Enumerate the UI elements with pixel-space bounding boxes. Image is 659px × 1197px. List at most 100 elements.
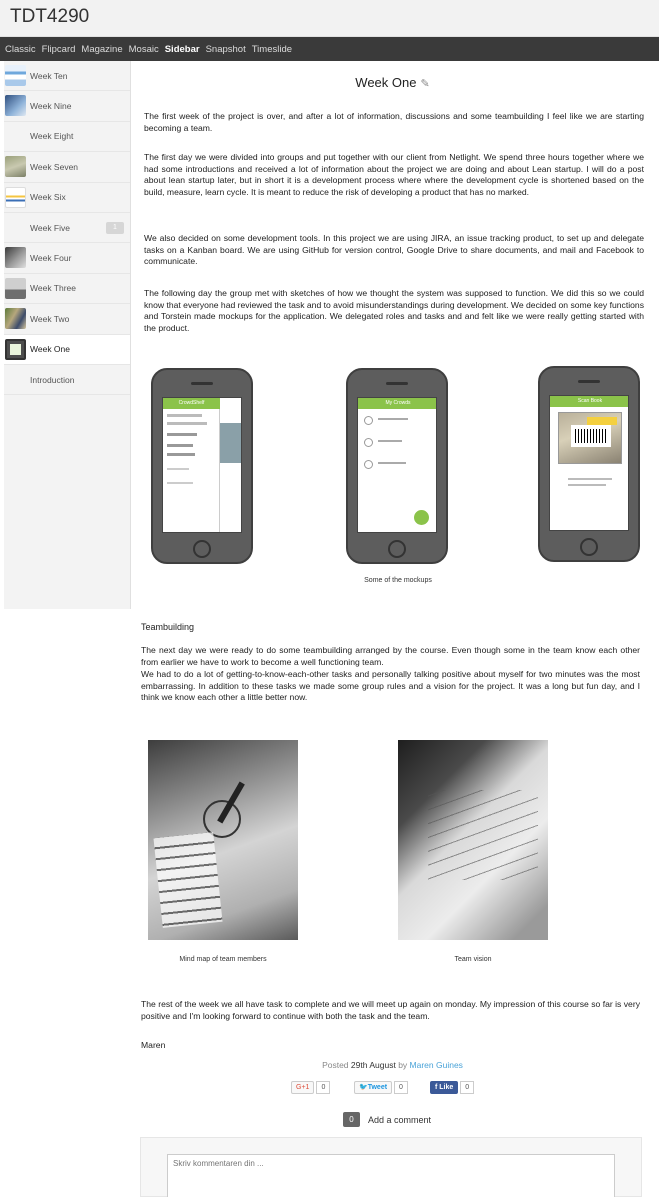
posted-prefix: Posted — [322, 1060, 349, 1070]
sidebar-item-week-five[interactable]: Week Five 1 — [4, 213, 130, 244]
facebook-share: f Like 0 — [430, 1080, 475, 1094]
crowd-avatar-icon — [364, 416, 373, 425]
menu-line — [167, 414, 202, 417]
app-title-bar: CrowdShelf — [163, 398, 220, 409]
sidebar-item-week-seven[interactable]: Week Seven — [4, 152, 130, 183]
phone-speaker — [191, 382, 213, 385]
team-vision-photo — [398, 740, 548, 940]
crowd-avatar-icon — [364, 438, 373, 447]
sidebar-item-label: Week Ten — [30, 70, 68, 81]
sidebar-item-week-four[interactable]: Week Four — [4, 243, 130, 274]
twitter-bird-icon: 🐦 — [359, 1083, 368, 1091]
nav-flipcard[interactable]: Flipcard — [42, 44, 76, 55]
tweet-button[interactable]: 🐦Tweet — [354, 1080, 393, 1094]
posted-by: by — [398, 1060, 408, 1070]
sidebar-item-label: Week Three — [30, 283, 76, 294]
comment-form — [140, 1137, 642, 1197]
pencil-icon[interactable]: ✎ — [420, 77, 429, 90]
sidebar-item-label: Week Six — [30, 192, 66, 203]
handwritten-notes — [153, 832, 223, 928]
sidebar-item-label: Week Two — [30, 313, 70, 324]
post-title-text: Week One — [355, 75, 417, 90]
post-thumbnail — [5, 308, 26, 330]
signature: Maren — [141, 1040, 166, 1050]
nav-mosaic[interactable]: Mosaic — [129, 44, 159, 55]
barcode-lines — [575, 429, 607, 443]
mockup-image: My Crowds — [346, 368, 448, 564]
sidebar-item-label: Week Seven — [30, 161, 79, 172]
post-thumbnail — [5, 95, 26, 117]
sidebar-item-week-one[interactable]: Week One — [4, 334, 130, 365]
crowd-row-line — [378, 462, 406, 464]
scanned-book-photo — [558, 412, 622, 464]
sidebar-item-label: Week One — [30, 344, 71, 355]
sidebar-item-label: Introduction — [30, 374, 75, 385]
gplus-button[interactable]: G+1 — [291, 1080, 315, 1094]
mockup-image: Scan Book — [538, 366, 640, 562]
menu-line — [167, 444, 193, 447]
comment-input[interactable] — [167, 1154, 615, 1197]
post-meta: Posted 29th August by Maren Guines — [140, 1060, 645, 1070]
author-link[interactable]: Maren Guines — [410, 1060, 463, 1070]
book-image — [220, 423, 241, 463]
nav-sidebar[interactable]: Sidebar — [165, 44, 200, 55]
paragraph: The first week of the project is over, a… — [144, 111, 644, 133]
sidebar-item-week-six[interactable]: Week Six — [4, 183, 130, 213]
sidebar-item-label: Week Four — [30, 253, 72, 264]
sidebar-item-label: Week Nine — [30, 101, 72, 112]
sidebar-item-week-eight[interactable]: Week Eight — [4, 122, 130, 153]
mockup-image: CrowdShelf — [151, 368, 253, 564]
nav-snapshot[interactable]: Snapshot — [206, 44, 246, 55]
post-thumbnail — [5, 338, 26, 360]
photo-caption: Team vision — [454, 956, 492, 963]
nav-magazine[interactable]: Magazine — [81, 44, 122, 55]
post-thumbnail — [5, 277, 26, 299]
paragraph: We also decided on some development tool… — [144, 233, 644, 267]
menu-line — [167, 422, 207, 425]
menu-drawer — [163, 409, 220, 532]
like-count: 0 — [460, 1080, 475, 1094]
sidebar-item-week-two[interactable]: Week Two — [4, 304, 130, 335]
photo-caption: Mind map of team members — [179, 956, 267, 963]
handwritten-vision-text — [428, 790, 538, 880]
mockup-caption: Some of the mockups — [364, 577, 432, 584]
crowd-row-line — [378, 418, 408, 420]
phone-home-button — [193, 540, 211, 558]
phone-home-button — [388, 540, 406, 558]
post-thumbnail — [5, 65, 26, 86]
like-label: Like — [439, 1083, 454, 1091]
comment-count-badge: 0 — [343, 1112, 360, 1127]
menu-line — [167, 482, 193, 484]
comment-count-badge: 1 — [106, 221, 124, 234]
sidebar-item-week-three[interactable]: Week Three — [4, 274, 130, 305]
phone-home-button — [580, 538, 598, 556]
price-sticker — [587, 417, 617, 425]
gplus-share: G+1 0 — [291, 1080, 331, 1094]
sidebar-item-label: Week Eight — [30, 131, 74, 142]
menu-line — [167, 453, 195, 456]
result-line — [568, 484, 606, 486]
blog-title[interactable]: TDT4290 — [10, 6, 89, 28]
paragraph: The first day we were divided into group… — [144, 152, 644, 197]
sidebar-item-week-ten[interactable]: Week Ten — [4, 61, 130, 92]
like-button[interactable]: f Like — [430, 1080, 459, 1094]
post-thumbnail — [5, 156, 26, 178]
app-title-bar: My Crowds — [358, 398, 436, 409]
sidebar-item-week-nine[interactable]: Week Nine — [4, 91, 130, 122]
comments-header: 0 Add a comment — [343, 1112, 431, 1127]
paragraph: The following day the group met with ske… — [144, 288, 645, 333]
post-thumbnail — [5, 186, 26, 208]
nav-classic[interactable]: Classic — [5, 44, 36, 55]
paragraph: The next day we were ready to do some te… — [141, 645, 640, 667]
add-comment-link[interactable]: Add a comment — [368, 1115, 431, 1125]
view-nav: Classic Flipcard Magazine Mosaic Sidebar… — [0, 37, 659, 61]
add-crowd-icon — [414, 510, 429, 525]
phone-speaker — [578, 380, 600, 383]
tweet-label: Tweet — [367, 1083, 388, 1091]
sidebar-item-introduction[interactable]: Introduction — [4, 365, 130, 396]
crowd-row-line — [378, 440, 402, 442]
nav-timeslide[interactable]: Timeslide — [252, 44, 292, 55]
phone-screen: Scan Book — [549, 395, 629, 531]
sidebar-item-label: Week Five — [30, 222, 70, 233]
tweet-share: 🐦Tweet 0 — [354, 1080, 408, 1094]
